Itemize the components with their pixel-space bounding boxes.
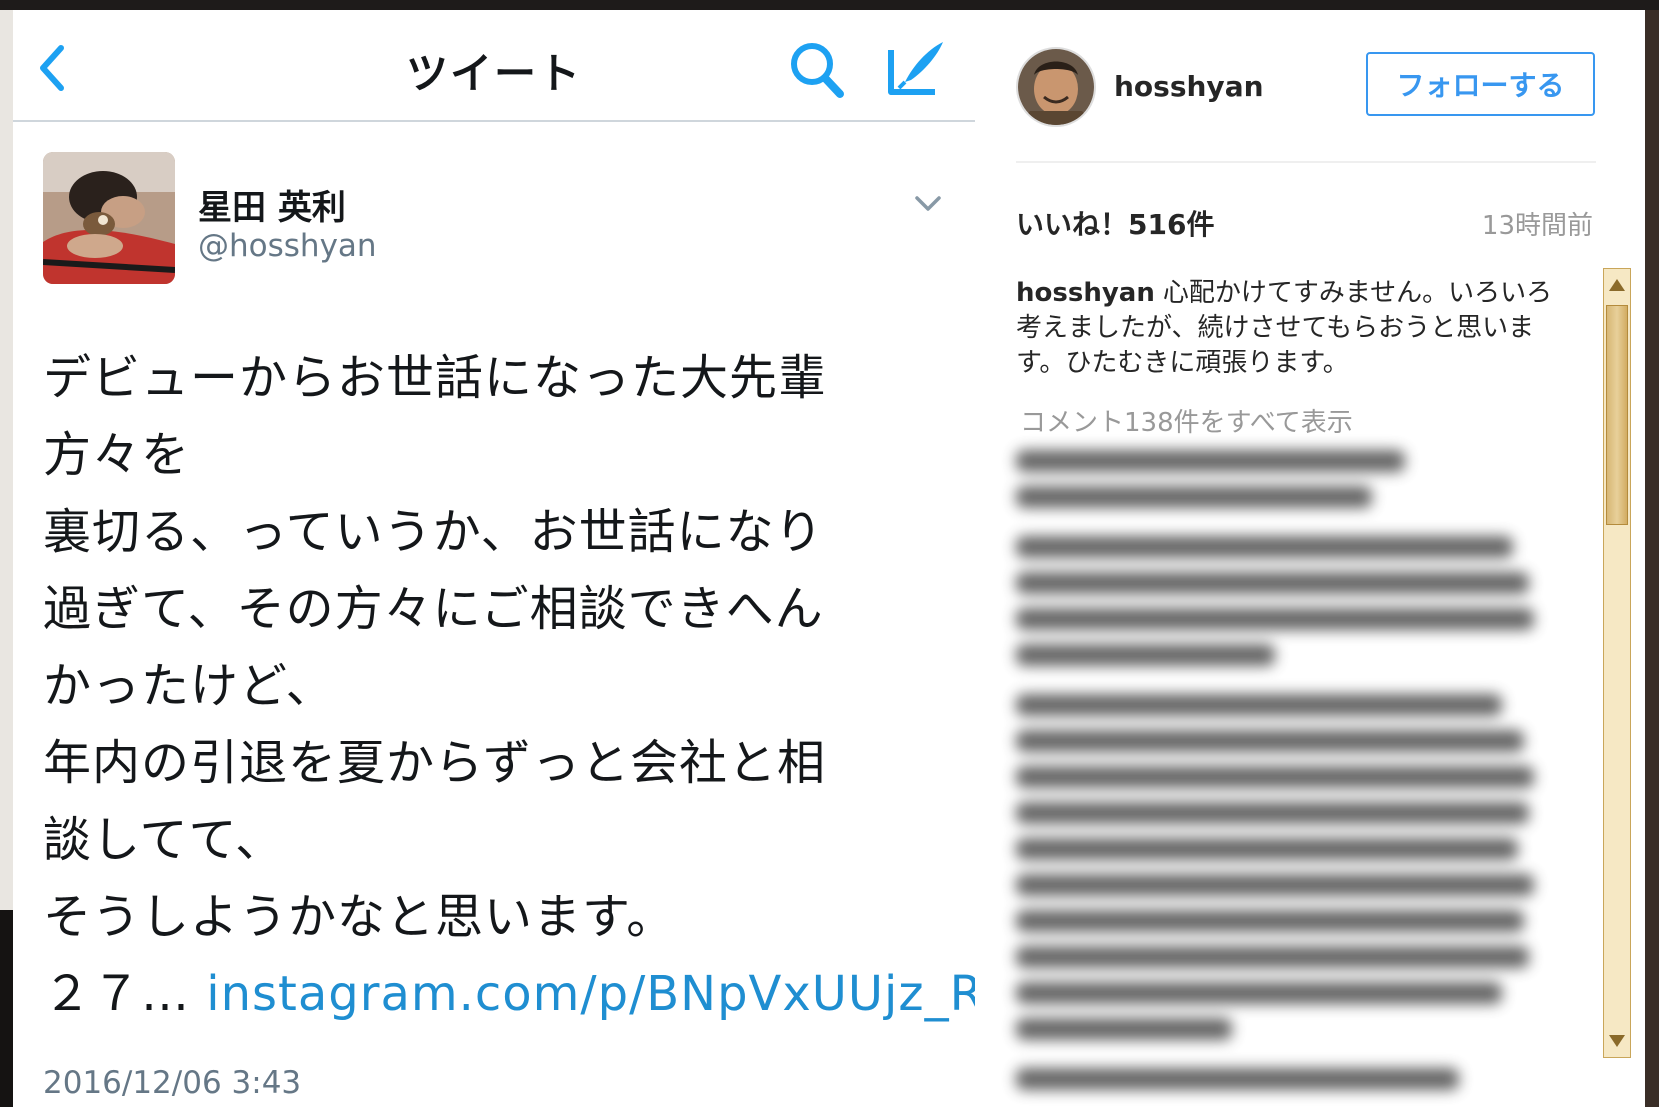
- tweet-line: そうしようかなと思います。: [43, 889, 676, 945]
- avatar-photo: [43, 152, 175, 284]
- more-options-button[interactable]: [913, 192, 943, 216]
- tweet-text-truncated: ２７…: [43, 966, 191, 1022]
- likes-count[interactable]: いいね！516件: [1016, 203, 1214, 243]
- avatar[interactable]: [43, 152, 175, 284]
- scrollbar-thumb[interactable]: [1606, 305, 1628, 525]
- divider: [1016, 161, 1596, 163]
- instagram-panel: hosshyan フォローする いいね！516件 13時間前 hosshyan 心…: [975, 10, 1645, 1107]
- instagram-username[interactable]: hosshyan: [1114, 70, 1264, 103]
- tweet-line-last: ２７… instagram.com/p/BNpVxUUjz_R/: [43, 956, 975, 1033]
- tweet-line: 裏切る、っていうか、お世話になり: [43, 504, 824, 560]
- instagram-link[interactable]: instagram.com/p/BNpVxUUjz_R/: [206, 966, 975, 1022]
- post-caption: hosshyan 心配かけてすみません。いろいろ考えましたが、続けさせてもらおうと…: [1016, 276, 1556, 381]
- author-handle[interactable]: @hosshyan: [198, 228, 377, 264]
- tweet-line: かったけど、: [43, 658, 335, 714]
- compose-icon: [888, 42, 943, 95]
- tweet-text: デビューからお世話になった大先輩 方々を 裏切る、っていうか、お世話になり 過ぎ…: [43, 340, 975, 1033]
- tweet-line: 方々を: [43, 427, 191, 483]
- scroll-up-button[interactable]: [1606, 272, 1628, 298]
- follow-button[interactable]: フォローする: [1366, 52, 1595, 116]
- background-right: [1645, 10, 1659, 1107]
- avatar[interactable]: [1016, 47, 1096, 127]
- compose-button[interactable]: [883, 36, 949, 102]
- caption-username[interactable]: hosshyan: [1016, 278, 1155, 308]
- tweet-line: 過ぎて、その方々にご相談できへん: [43, 581, 824, 637]
- tweet-line: 談してて、: [43, 812, 285, 868]
- scrollbar[interactable]: [1603, 268, 1631, 1058]
- view-all-comments-link[interactable]: コメント138件をすべて表示: [1020, 402, 1353, 439]
- tweet-header: ツイート: [13, 10, 975, 122]
- triangle-down-icon: [1609, 1035, 1625, 1047]
- author-name[interactable]: 星田 英利: [198, 180, 346, 229]
- tweet-timestamp: 2016/12/06 3:43: [43, 1065, 302, 1101]
- chevron-down-icon: [915, 196, 941, 211]
- tweet-panel: ツイート 星田 英利 @hosshyan デビューからお世話になった大先輩 方々…: [13, 10, 975, 1107]
- avatar-photo: [1018, 49, 1094, 125]
- post-time: 13時間前: [1481, 211, 1593, 241]
- search-button[interactable]: [788, 38, 848, 102]
- tweet-line: デビューからお世話になった大先輩: [43, 350, 828, 406]
- background-left: [0, 10, 13, 1107]
- search-icon: [791, 43, 844, 98]
- scroll-down-button[interactable]: [1606, 1028, 1628, 1054]
- triangle-up-icon: [1609, 279, 1625, 291]
- tweet-line: 年内の引退を夏からずっと会社と相: [43, 735, 827, 791]
- background-strip: [0, 0, 1659, 10]
- blurred-comments: [1016, 450, 1556, 1090]
